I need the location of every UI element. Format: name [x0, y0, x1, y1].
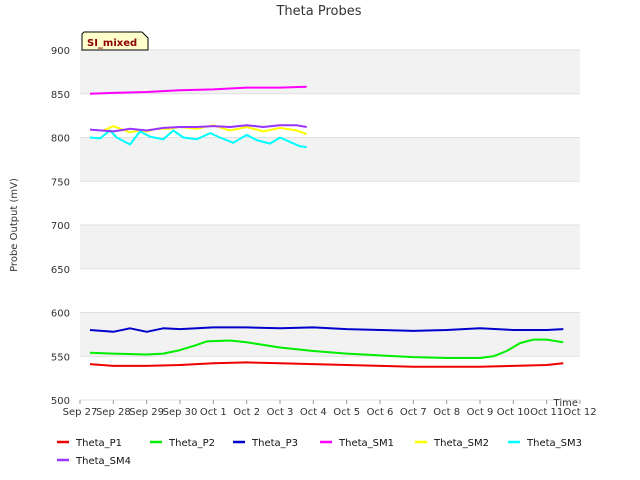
- y-tick-label: 650: [51, 265, 70, 276]
- x-axis-label: Time: [553, 398, 578, 409]
- legend-label: Theta_P3: [251, 438, 298, 449]
- x-tick-label: Oct 5: [333, 407, 360, 418]
- legend-label: Theta_P2: [168, 438, 215, 449]
- x-tick-label: Oct 6: [367, 407, 394, 418]
- background-band: [80, 225, 580, 269]
- x-tick-label: Oct 10: [497, 407, 530, 418]
- y-tick-label: 700: [51, 221, 70, 232]
- legend-label: Theta_SM3: [526, 438, 582, 449]
- background-band: [80, 137, 580, 182]
- legend-label: Theta_SM4: [75, 456, 131, 467]
- x-tick-label: Oct 4: [300, 407, 327, 418]
- background-band: [80, 50, 580, 94]
- legend-label: Theta_SM1: [338, 438, 394, 449]
- badge-label: SI_mixed: [87, 38, 137, 49]
- y-tick-label: 550: [51, 352, 70, 363]
- site-badge: SI_mixed: [81, 31, 149, 51]
- x-tick-label: Oct 9: [467, 407, 494, 418]
- y-tick-label: 850: [51, 90, 70, 101]
- x-axis-ticks: Sep 27Sep 28Sep 29Sep 30 Oct 1 Oct 2 Oct 3 O…: [63, 400, 597, 418]
- chart: 500 550 600 650 700 750 800 850 900 Sep 27Sep 28…: [9, 4, 597, 467]
- x-tick-label: Oct 3: [267, 407, 294, 418]
- chart-title: Theta Probes: [275, 4, 361, 19]
- background-band: [80, 268, 580, 313]
- y-tick-label: 500: [51, 396, 70, 407]
- legend-label: Theta_P1: [75, 438, 122, 449]
- x-tick-label: Sep 28: [96, 407, 131, 418]
- x-tick-label: Sep 27: [63, 407, 98, 418]
- y-tick-label: 900: [51, 46, 70, 57]
- background-band: [80, 356, 580, 400]
- x-tick-label: Oct 8: [433, 407, 460, 418]
- y-tick-label: 600: [51, 309, 70, 320]
- y-tick-label: 750: [51, 177, 70, 188]
- x-tick-label: Oct 1: [200, 407, 227, 418]
- x-tick-label: Oct 7: [400, 407, 427, 418]
- y-tick-label: 800: [51, 134, 70, 145]
- background-band: [80, 312, 580, 357]
- legend-label: Theta_SM2: [433, 438, 489, 449]
- background-band: [80, 181, 580, 225]
- x-tick-label: Sep 29: [129, 407, 164, 418]
- background-band: [80, 93, 580, 138]
- x-tick-label: Sep 30: [163, 407, 198, 418]
- legend: Theta_P1 Theta_P2 Theta_P3 Theta_SM1 Theta_S…: [57, 438, 582, 467]
- x-tick-label: Oct 2: [233, 407, 260, 418]
- y-axis-ticks: 500 550 600 650 700 750 800 850 900: [51, 46, 70, 407]
- y-axis-label: Probe Output (mV): [9, 178, 20, 272]
